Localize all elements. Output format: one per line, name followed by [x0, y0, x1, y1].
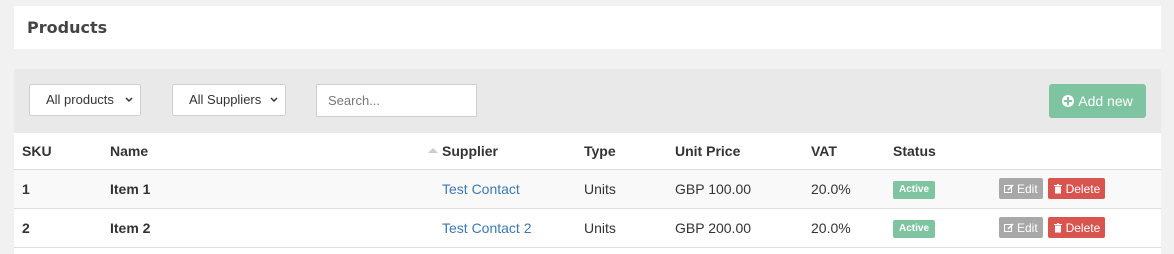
cell-actions: Edit Delete: [999, 208, 1161, 247]
chevron-down-icon: [125, 97, 133, 103]
edit-icon: [1004, 222, 1014, 232]
table-header-row: SKU Name Supplier Type Unit Price VAT St…: [14, 133, 1161, 169]
cell-status: Active: [893, 169, 999, 208]
header-name[interactable]: Name: [110, 133, 442, 169]
page-title: Products: [27, 18, 108, 37]
supplier-link[interactable]: Test Contact: [442, 169, 584, 208]
header-actions: [999, 133, 1161, 169]
cell-name: Item 2: [110, 219, 151, 236]
chevron-down-icon: [270, 97, 278, 103]
header-status[interactable]: Status: [893, 133, 999, 169]
search-placeholder: Search...: [328, 93, 381, 108]
suppliers-filter-select[interactable]: All Suppliers: [172, 84, 286, 116]
header-vat[interactable]: VAT: [811, 133, 893, 169]
cell-vat: 20.0%: [811, 219, 851, 236]
suppliers-filter-value: All Suppliers: [189, 92, 262, 107]
edit-label: Edit: [1017, 220, 1038, 235]
cell-name: Item 1: [110, 180, 151, 197]
trash-icon: [1053, 222, 1062, 232]
cell-status: Active: [893, 208, 999, 247]
delete-button[interactable]: Delete: [1047, 217, 1106, 238]
header-sku[interactable]: SKU: [14, 133, 110, 169]
edit-button[interactable]: Edit: [999, 217, 1043, 238]
delete-label: Delete: [1065, 181, 1101, 196]
cell-unit-price: GBP 100.00: [675, 180, 752, 197]
cell-type: Units: [584, 180, 616, 197]
status-badge: Active: [893, 180, 936, 199]
header-name-label: Name: [110, 142, 149, 159]
header-unit-price[interactable]: Unit Price: [675, 133, 811, 169]
products-table: SKU Name Supplier Type Unit Price VAT St…: [14, 133, 1161, 248]
sort-icon[interactable]: [428, 148, 438, 153]
delete-label: Delete: [1065, 220, 1101, 235]
products-panel: All products All Suppliers Search... Add…: [14, 69, 1161, 254]
products-filter-value: All products: [46, 92, 114, 107]
cell-unit-price: GBP 200.00: [675, 219, 752, 236]
products-filter-select[interactable]: All products: [29, 84, 141, 116]
table-row: 2 Item 2 Test Contact 2 Units GBP 200.00…: [14, 208, 1161, 247]
header-supplier[interactable]: Supplier: [442, 133, 584, 169]
header-type[interactable]: Type: [584, 133, 675, 169]
table-row: 1 Item 1 Test Contact Units GBP 100.00 2…: [14, 169, 1161, 208]
search-input[interactable]: Search...: [316, 84, 477, 117]
plus-circle-icon: [1062, 95, 1075, 107]
add-new-button[interactable]: Add new: [1049, 84, 1146, 118]
trash-icon: [1053, 183, 1062, 193]
cell-type: Units: [584, 219, 616, 236]
status-badge: Active: [893, 219, 936, 238]
edit-label: Edit: [1017, 181, 1038, 196]
edit-icon: [1004, 183, 1014, 193]
cell-sku: 1: [22, 180, 30, 197]
page-header: Products: [14, 6, 1161, 49]
cell-actions: Edit Delete: [999, 169, 1161, 208]
cell-vat: 20.0%: [811, 180, 851, 197]
supplier-link[interactable]: Test Contact 2: [442, 208, 584, 247]
edit-button[interactable]: Edit: [999, 178, 1043, 199]
toolbar: All products All Suppliers Search... Add…: [14, 69, 1161, 133]
add-new-label: Add new: [1078, 93, 1133, 109]
delete-button[interactable]: Delete: [1047, 178, 1106, 199]
cell-sku: 2: [22, 219, 30, 236]
